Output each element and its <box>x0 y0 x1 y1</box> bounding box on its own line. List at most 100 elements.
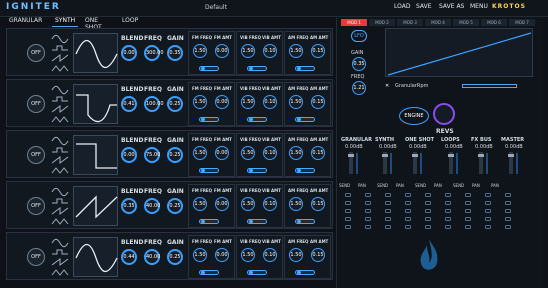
revs-knob[interactable] <box>433 103 455 125</box>
routing-matrix-cell[interactable] <box>485 193 491 197</box>
lfo-amount-slider[interactable] <box>462 84 517 88</box>
send-label[interactable]: SEND <box>339 183 350 188</box>
routing-matrix-cell[interactable] <box>445 193 451 197</box>
vib-amt-knob[interactable]: 0.10 <box>263 248 277 262</box>
routing-matrix-cell[interactable] <box>385 225 391 229</box>
pan-label[interactable]: PAN <box>434 183 442 188</box>
routing-matrix-cell[interactable] <box>365 209 371 213</box>
am-toggle[interactable] <box>295 66 315 71</box>
vib-amt-knob[interactable]: 0.10 <box>263 44 277 58</box>
routing-matrix-cell[interactable] <box>345 225 351 229</box>
routing-matrix-cell[interactable] <box>445 225 451 229</box>
vib-amt-knob[interactable]: 0.10 <box>263 146 277 160</box>
am-freq-knob[interactable]: 1.50 <box>289 248 303 262</box>
routing-matrix-cell[interactable] <box>465 193 471 197</box>
routing-matrix-cell[interactable] <box>485 217 491 221</box>
engine-power-button[interactable]: OFF <box>27 44 45 62</box>
fm-amt-knob[interactable]: 0.00 <box>215 44 229 58</box>
vib-toggle[interactable] <box>247 270 267 275</box>
wave-selector[interactable] <box>50 84 70 124</box>
routing-matrix-cell[interactable] <box>405 201 411 205</box>
tab-loop[interactable]: LOOP <box>119 17 141 27</box>
gain-knob[interactable]: 0.25 <box>167 249 183 265</box>
wave-selector[interactable] <box>50 135 70 175</box>
am-amt-knob[interactable]: 0.15 <box>311 146 325 160</box>
vib-freq-knob[interactable]: 1.50 <box>241 44 255 58</box>
save-button[interactable]: SAVE <box>416 3 432 13</box>
routing-matrix-cell[interactable] <box>345 201 351 205</box>
mixer-fader[interactable] <box>412 152 418 174</box>
freq-knob[interactable]: 75.00 <box>144 147 160 163</box>
am-freq-knob[interactable]: 1.50 <box>289 44 303 58</box>
routing-matrix-cell[interactable] <box>345 217 351 221</box>
fm-toggle[interactable] <box>199 219 219 224</box>
routing-matrix-cell[interactable] <box>385 209 391 213</box>
lfo-tab[interactable]: MOD 5 <box>453 19 479 26</box>
fm-freq-knob[interactable]: 1.50 <box>193 95 207 109</box>
lfo-gain-knob[interactable]: 0.35 <box>352 57 366 71</box>
pan-label[interactable]: PAN <box>358 183 366 188</box>
routing-matrix-cell[interactable] <box>405 217 411 221</box>
routing-matrix-cell[interactable] <box>485 201 491 205</box>
vib-amt-knob[interactable]: 0.10 <box>263 95 277 109</box>
menu-button[interactable]: MENU <box>470 3 488 13</box>
freq-knob[interactable]: 100.00 <box>144 96 164 112</box>
tab-synth[interactable]: SYNTH <box>52 17 79 27</box>
fm-freq-knob[interactable]: 1.50 <box>193 248 207 262</box>
routing-matrix-cell[interactable] <box>425 209 431 213</box>
vib-toggle[interactable] <box>247 219 267 224</box>
gain-knob[interactable]: 0.25 <box>167 198 183 214</box>
vib-toggle[interactable] <box>247 66 267 71</box>
routing-matrix-cell[interactable] <box>345 193 351 197</box>
fm-toggle[interactable] <box>199 168 219 173</box>
mixer-fader[interactable] <box>382 152 388 174</box>
lfo-tab[interactable]: MOD 7 <box>509 19 535 26</box>
routing-matrix-cell[interactable] <box>465 217 471 221</box>
lfo-tab[interactable]: MOD 4 <box>425 19 451 26</box>
save-as-button[interactable]: SAVE AS <box>439 3 464 13</box>
send-label[interactable]: SEND <box>415 183 426 188</box>
mixer-fader[interactable] <box>348 152 354 174</box>
wave-selector[interactable] <box>50 186 70 226</box>
routing-matrix-cell[interactable] <box>445 209 451 213</box>
vib-freq-knob[interactable]: 1.50 <box>241 197 255 211</box>
close-icon[interactable]: ✕ <box>385 83 389 89</box>
routing-matrix-cell[interactable] <box>345 209 351 213</box>
routing-matrix-cell[interactable] <box>365 193 371 197</box>
lfo-tab[interactable]: MOD 3 <box>397 19 423 26</box>
fm-amt-knob[interactable]: 0.00 <box>215 197 229 211</box>
routing-matrix-cell[interactable] <box>505 225 511 229</box>
routing-matrix-cell[interactable] <box>465 209 471 213</box>
routing-matrix-cell[interactable] <box>405 209 411 213</box>
engine-power-button[interactable]: OFF <box>27 95 45 113</box>
routing-matrix-cell[interactable] <box>425 225 431 229</box>
am-amt-knob[interactable]: 0.15 <box>311 248 325 262</box>
lfo-freq-knob[interactable]: 1.21 <box>352 81 366 95</box>
fm-amt-knob[interactable]: 0.00 <box>215 146 229 160</box>
routing-matrix-cell[interactable] <box>505 201 511 205</box>
vib-toggle[interactable] <box>247 117 267 122</box>
blend-knob[interactable]: 0.44 <box>121 249 137 265</box>
vib-freq-knob[interactable]: 1.50 <box>241 248 255 262</box>
engine-button[interactable]: ENGINE <box>399 107 429 125</box>
fm-toggle[interactable] <box>199 270 219 275</box>
routing-matrix-cell[interactable] <box>445 201 451 205</box>
routing-matrix-cell[interactable] <box>485 225 491 229</box>
am-toggle[interactable] <box>295 168 315 173</box>
gain-knob[interactable]: 0.25 <box>167 147 183 163</box>
freq-knob[interactable]: 40.00 <box>144 249 160 265</box>
routing-matrix-cell[interactable] <box>405 193 411 197</box>
fm-freq-knob[interactable]: 1.50 <box>193 44 207 58</box>
lfo-mode-button[interactable]: LFO <box>351 30 367 42</box>
am-freq-knob[interactable]: 1.50 <box>289 197 303 211</box>
send-label[interactable]: SEND <box>377 183 388 188</box>
fm-freq-knob[interactable]: 1.50 <box>193 197 207 211</box>
routing-matrix-cell[interactable] <box>425 217 431 221</box>
vib-amt-knob[interactable]: 0.10 <box>263 197 277 211</box>
fm-amt-knob[interactable]: 0.00 <box>215 95 229 109</box>
engine-power-button[interactable]: OFF <box>27 197 45 215</box>
routing-matrix-cell[interactable] <box>365 217 371 221</box>
gain-knob[interactable]: 0.35 <box>167 45 183 61</box>
tab-granular[interactable]: GRANULAR <box>6 17 45 27</box>
freq-knob[interactable]: 300.00 <box>144 45 164 61</box>
